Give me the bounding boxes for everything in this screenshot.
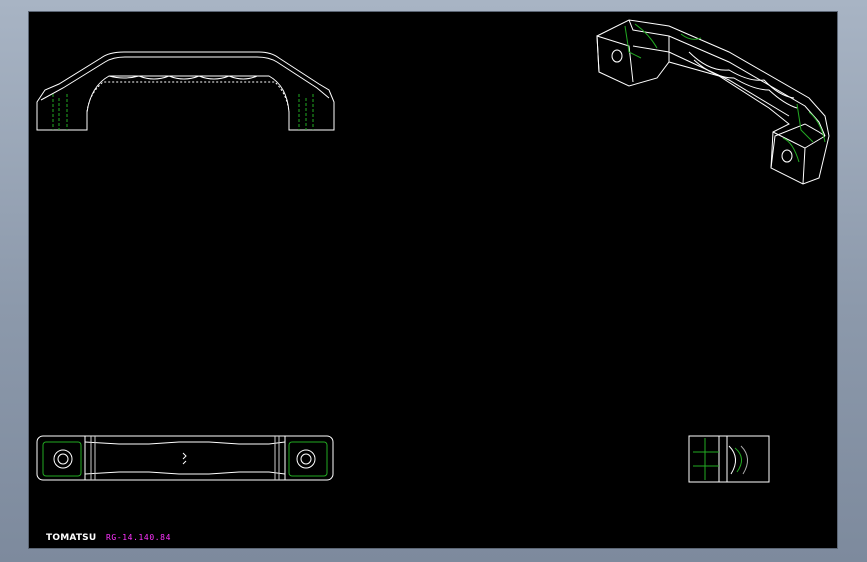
window-frame: TOMATSU RG-14.140.84: [0, 0, 867, 562]
front-view[interactable]: [36, 51, 335, 131]
top-view[interactable]: [36, 435, 334, 481]
side-view[interactable]: [688, 435, 770, 483]
isometric-view[interactable]: [596, 19, 830, 185]
cad-drawing: [36, 19, 830, 483]
brand-label: TOMATSU: [46, 533, 97, 543]
part-number-label: RG-14.140.84: [106, 533, 171, 542]
drawing-canvas[interactable]: TOMATSU RG-14.140.84: [28, 11, 838, 549]
